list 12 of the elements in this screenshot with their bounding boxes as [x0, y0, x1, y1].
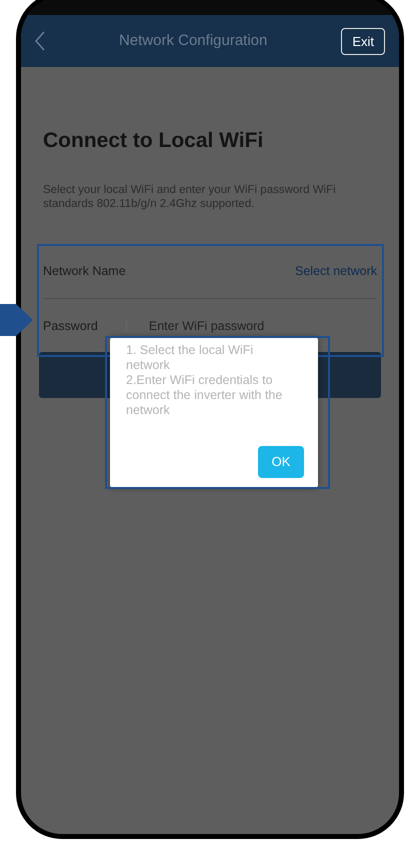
dialog-text: 2.Enter WiFi credentials to connect the inverter with the network [126, 373, 284, 418]
back-icon[interactable] [35, 31, 45, 51]
field-label: Network Name [43, 263, 126, 280]
dialog-text: 1. Select the local WiFi network [126, 343, 254, 373]
field-label: Password [43, 318, 98, 334]
password-field[interactable]: Enter WiFi password [148, 316, 377, 336]
pointer-arrow-icon [0, 304, 34, 336]
select-network-link[interactable]: Select network [295, 262, 377, 281]
screen-title: Network Configuration [118, 30, 268, 51]
exit-button[interactable]: Exit [341, 28, 385, 54]
page-heading: Connect to Local WiFi [43, 128, 264, 154]
ok-button[interactable]: OK [258, 446, 304, 478]
